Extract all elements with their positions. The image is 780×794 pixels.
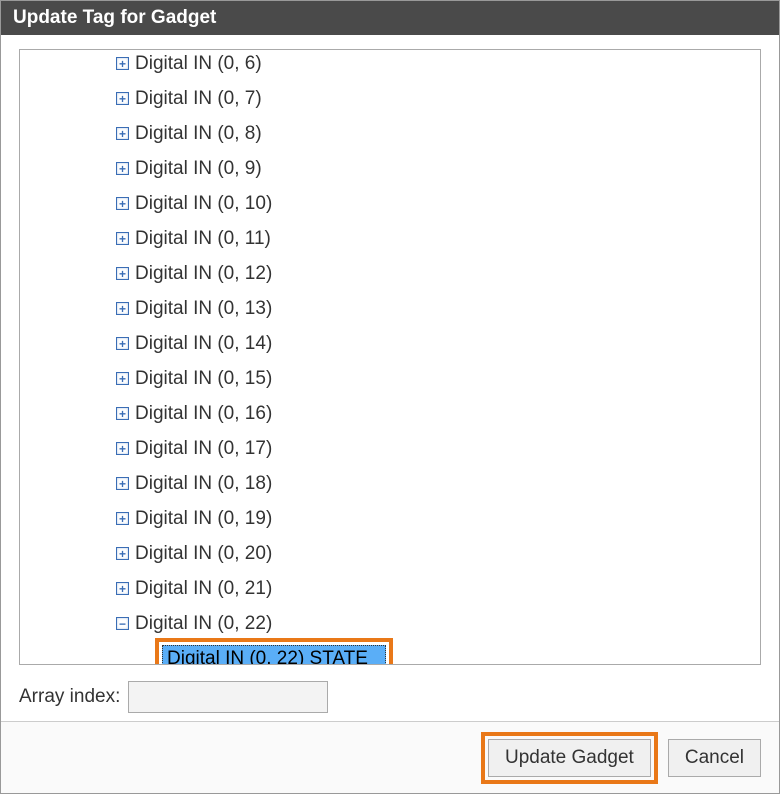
tree-node-label: Digital IN (0, 13): [135, 298, 272, 320]
tree-node-label: Digital IN (0, 17): [135, 438, 272, 460]
tree-node[interactable]: −Digital IN (0, 22): [20, 606, 760, 641]
expand-icon[interactable]: +: [116, 92, 129, 105]
tree-node-label: Digital IN (0, 16): [135, 403, 272, 425]
tree-node-label: Digital IN (0, 6): [135, 53, 262, 75]
update-gadget-button[interactable]: Update Gadget: [488, 739, 651, 777]
expand-icon[interactable]: +: [116, 582, 129, 595]
tree-node[interactable]: + Digital IN (0, 16): [20, 396, 760, 431]
expand-icon[interactable]: +: [116, 407, 129, 420]
expand-icon[interactable]: +: [116, 547, 129, 560]
expand-icon[interactable]: +: [116, 197, 129, 210]
tree-node-label: Digital IN (0, 21): [135, 578, 272, 600]
tree-node[interactable]: + Digital IN (0, 7): [20, 81, 760, 116]
dialog-titlebar: Update Tag for Gadget: [1, 1, 779, 35]
tree-node[interactable]: + Digital IN (0, 6): [20, 49, 760, 81]
tree-node[interactable]: + Digital IN (0, 20): [20, 536, 760, 571]
expand-icon[interactable]: +: [116, 57, 129, 70]
tree-node-label: Digital IN (0, 7): [135, 88, 262, 110]
tree-node[interactable]: + Digital IN (0, 18): [20, 466, 760, 501]
array-index-row: Array index:: [19, 681, 761, 713]
tree-child-row: Digital IN (0, 22) STATE: [20, 641, 760, 665]
tree-node-label: Digital IN (0, 8): [135, 123, 262, 145]
tree-node-label: Digital IN (0, 19): [135, 508, 272, 530]
tree-node[interactable]: + Digital IN (0, 11): [20, 221, 760, 256]
tree-node-label: Digital IN (0, 18): [135, 473, 272, 495]
tree-node[interactable]: + Digital IN (0, 10): [20, 186, 760, 221]
dialog-content: + Digital IN (0, 6) + Digital IN (0, 7) + Dig…: [1, 35, 779, 721]
expand-icon[interactable]: +: [116, 127, 129, 140]
tree-node-label: Digital IN (0, 20): [135, 543, 272, 565]
cancel-button[interactable]: Cancel: [668, 739, 761, 777]
expand-icon[interactable]: +: [116, 302, 129, 315]
tree-node-label: Digital IN (0, 14): [135, 333, 272, 355]
tree-node-label: Digital IN (0, 9): [135, 158, 262, 180]
tree-node[interactable]: + Digital IN (0, 13): [20, 291, 760, 326]
tree-node[interactable]: + Digital IN (0, 19): [20, 501, 760, 536]
tree-node[interactable]: + Digital IN (0, 21): [20, 571, 760, 606]
highlight-update-button: Update Gadget: [481, 732, 658, 784]
expand-icon[interactable]: +: [116, 337, 129, 350]
tree-node-label: Digital IN (0, 10): [135, 193, 272, 215]
collapse-icon[interactable]: −: [116, 617, 129, 630]
expand-icon[interactable]: +: [116, 512, 129, 525]
array-index-label: Array index:: [19, 686, 120, 708]
tree-node[interactable]: + Digital IN (0, 15): [20, 361, 760, 396]
tree-node[interactable]: + Digital IN (0, 12): [20, 256, 760, 291]
expand-icon[interactable]: +: [116, 477, 129, 490]
tree-node[interactable]: + Digital IN (0, 9): [20, 151, 760, 186]
expand-icon[interactable]: +: [116, 372, 129, 385]
tree-child-label[interactable]: Digital IN (0, 22) STATE: [162, 645, 386, 666]
expand-icon[interactable]: +: [116, 267, 129, 280]
expand-icon[interactable]: +: [116, 442, 129, 455]
expand-icon[interactable]: +: [116, 162, 129, 175]
dialog-title: Update Tag for Gadget: [13, 7, 216, 28]
tree-node[interactable]: + Digital IN (0, 14): [20, 326, 760, 361]
tree-node-label: Digital IN (0, 11): [135, 228, 271, 250]
tree-node-label: Digital IN (0, 15): [135, 368, 272, 390]
tree-node[interactable]: + Digital IN (0, 17): [20, 431, 760, 466]
tree-node[interactable]: + Digital IN (0, 8): [20, 116, 760, 151]
tag-tree[interactable]: + Digital IN (0, 6) + Digital IN (0, 7) + Dig…: [19, 49, 761, 665]
array-index-input[interactable]: [128, 681, 328, 713]
tree-node-label: Digital IN (0, 12): [135, 263, 272, 285]
expand-icon[interactable]: +: [116, 232, 129, 245]
highlight-selected-tag: Digital IN (0, 22) STATE: [155, 638, 393, 666]
tree-node-label: Digital IN (0, 22): [135, 613, 272, 635]
dialog-footer: Update Gadget Cancel: [1, 721, 779, 793]
